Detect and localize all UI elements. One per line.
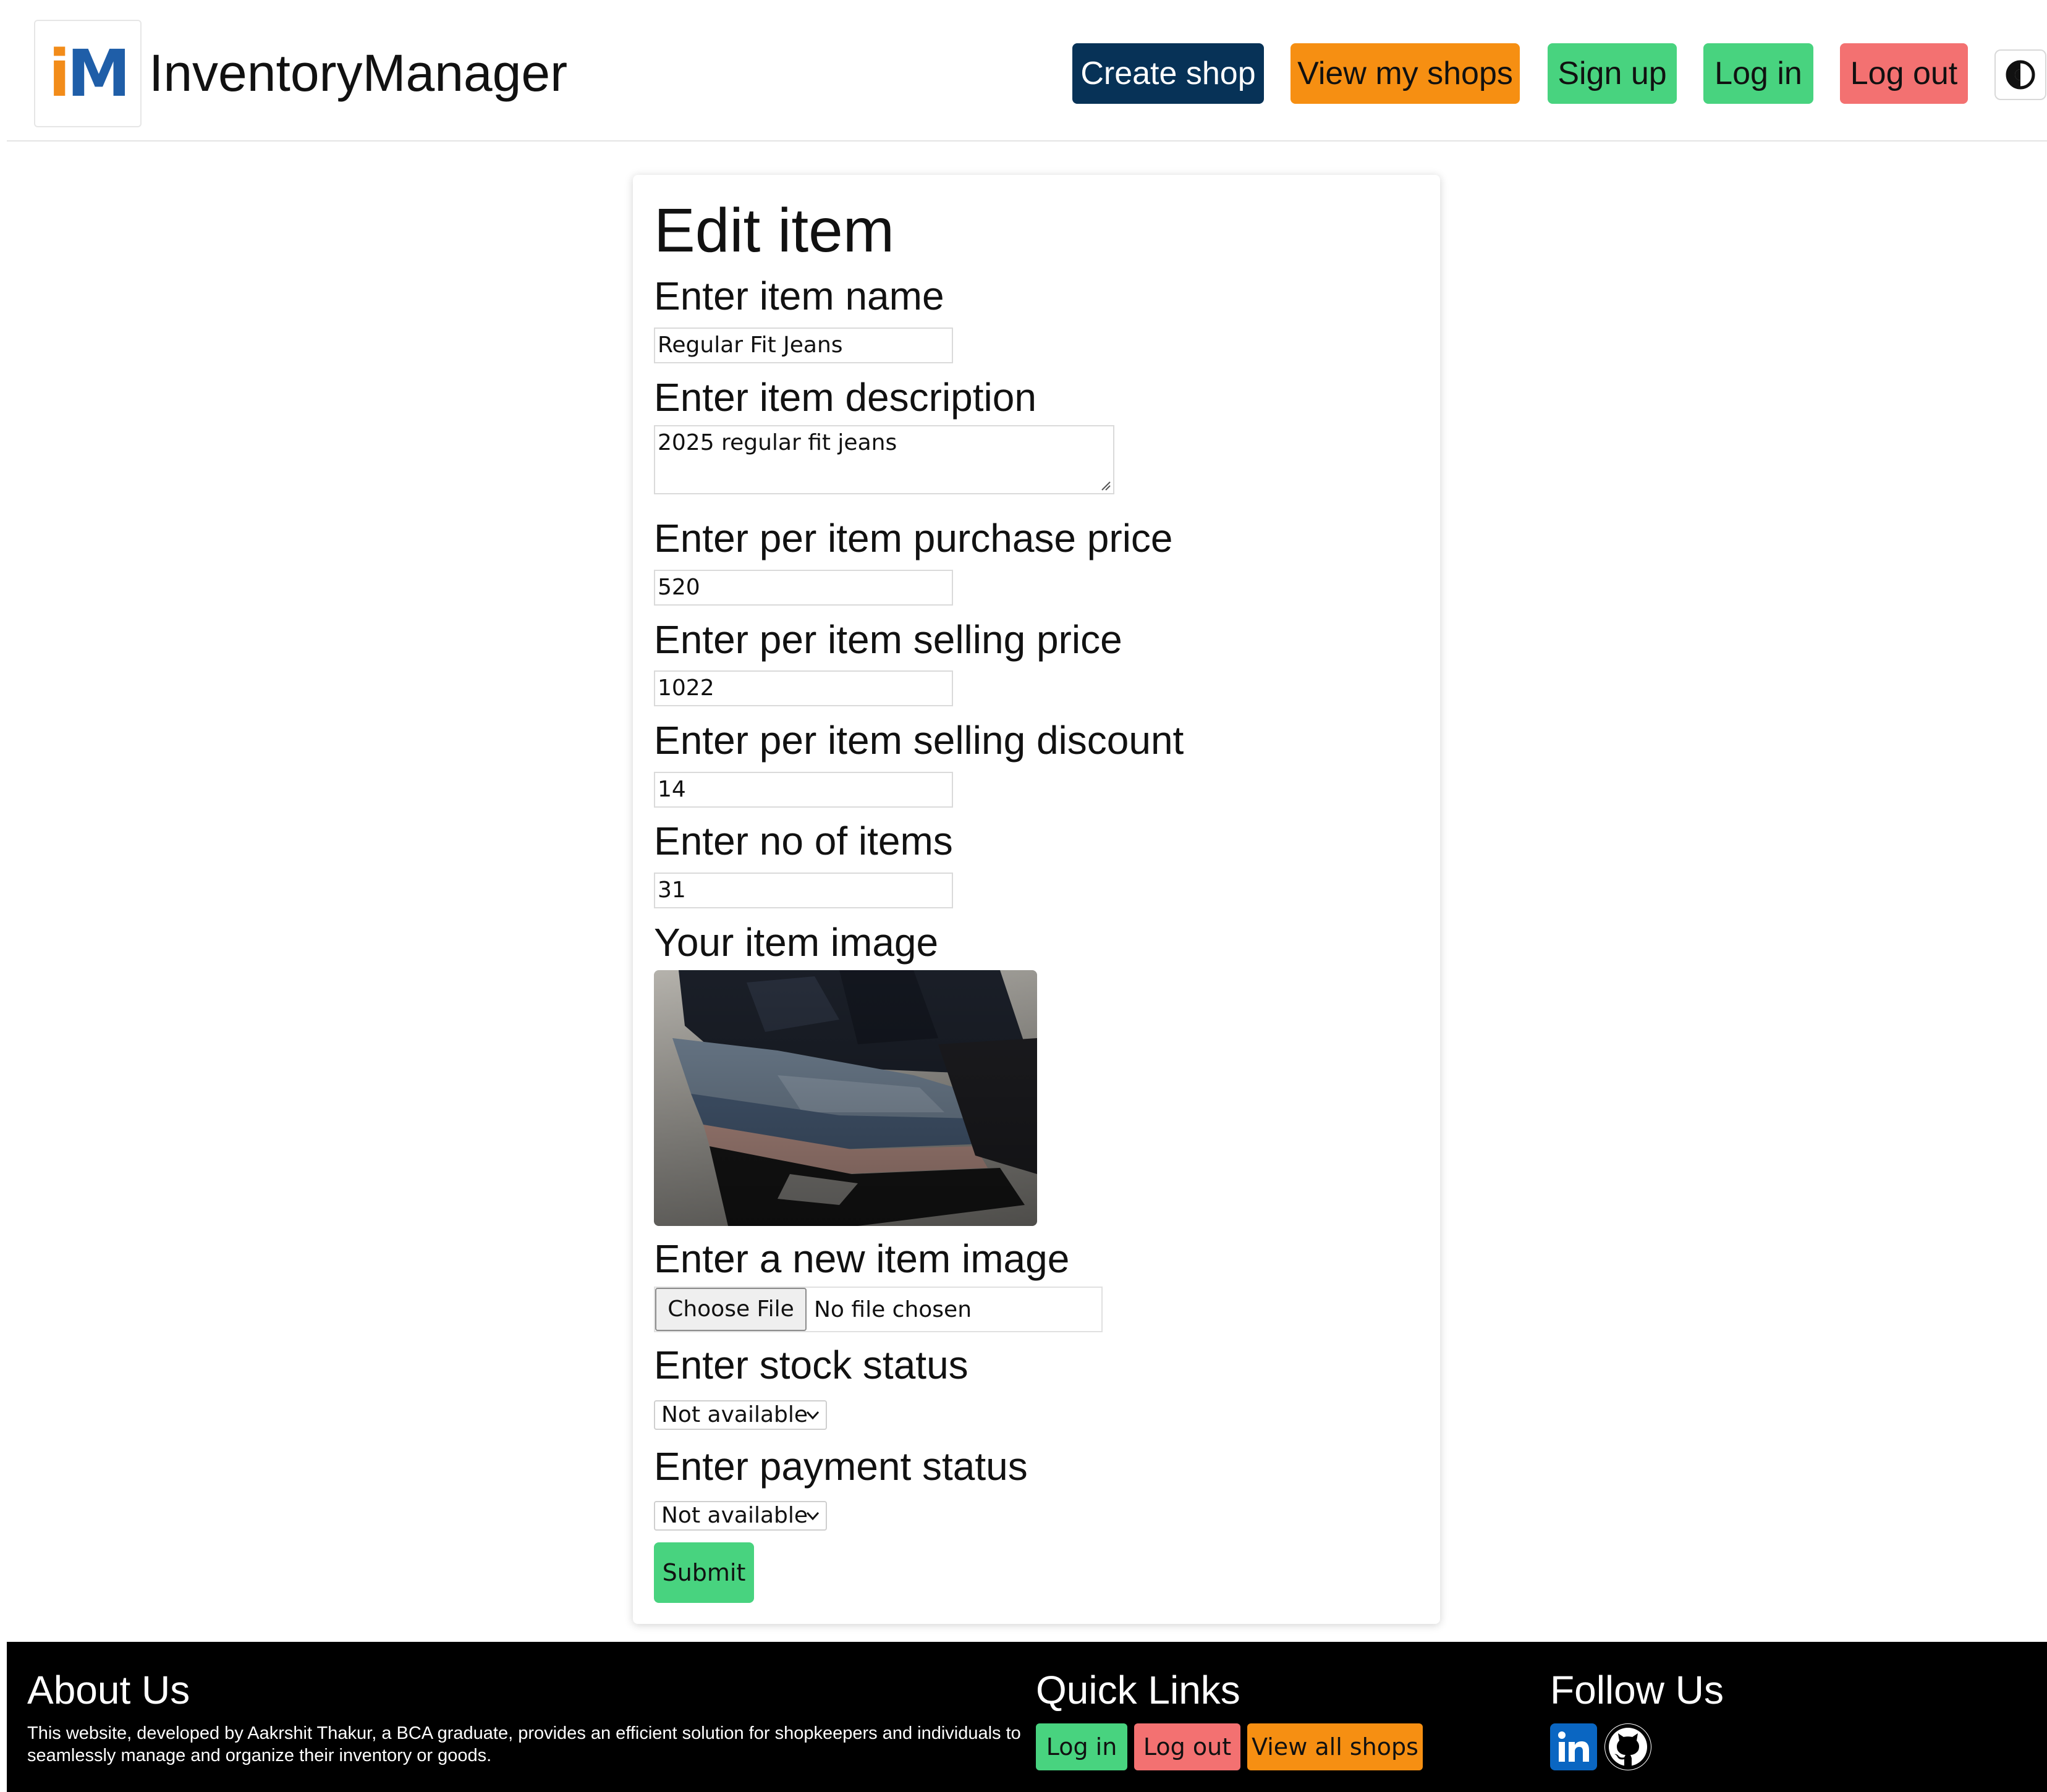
log-in-button[interactable]: Log in [1703, 43, 1813, 104]
purchase-price-input[interactable]: 520 [654, 570, 953, 606]
view-my-shops-button[interactable]: View my shops [1290, 43, 1520, 104]
resize-grip-icon[interactable] [1100, 480, 1111, 491]
file-input[interactable]: Choose File No file chosen [654, 1287, 1103, 1332]
brand-name[interactable]: InventoryManager [149, 42, 567, 104]
item-quantity-input[interactable]: 31 [654, 873, 953, 908]
footer: About Us This website, developed by Aakr… [7, 1642, 2047, 1792]
selling-price-label: Enter per item selling price [654, 617, 1122, 662]
contrast-icon [2006, 60, 2035, 90]
sign-up-button[interactable]: Sign up [1548, 43, 1677, 104]
create-shop-button[interactable]: Create shop [1072, 43, 1264, 104]
theme-toggle-button[interactable] [1994, 49, 2046, 100]
selling-discount-input[interactable]: 14 [654, 772, 953, 808]
stock-status-select[interactable]: Not available [654, 1400, 827, 1430]
footer-log-out-link[interactable]: Log out [1134, 1723, 1240, 1770]
payment-status-label: Enter payment status [654, 1444, 1028, 1489]
about-us-text: This website, developed by Aakrshit Thak… [27, 1723, 1021, 1765]
item-name-input[interactable]: Regular Fit Jeans [654, 328, 953, 363]
logo-mark: iM [48, 41, 130, 106]
payment-status-select[interactable]: Not available [654, 1501, 827, 1531]
payment-status-value: Not available [661, 1503, 808, 1528]
selling-price-input[interactable]: 1022 [654, 670, 953, 706]
footer-view-all-shops-link[interactable]: View all shops [1247, 1723, 1423, 1770]
jeans-stack-image [654, 970, 1037, 1226]
item-description-label: Enter item description [654, 375, 1036, 420]
logo-letter-m: M [67, 36, 130, 111]
stock-status-value: Not available [661, 1402, 808, 1427]
footer-log-in-link[interactable]: Log in [1036, 1723, 1127, 1770]
top-navbar: iM InventoryManager Create shop View my … [7, 0, 2047, 142]
item-description-textarea[interactable]: 2025 regular fit jeans [654, 425, 1114, 494]
edit-item-card: Edit item Enter item name Regular Fit Je… [633, 175, 1440, 1624]
github-glyph [1605, 1724, 1651, 1770]
choose-file-button[interactable]: Choose File [655, 1288, 807, 1331]
item-image-label: Your item image [654, 920, 939, 965]
file-status-text: No file chosen [814, 1296, 972, 1322]
new-item-image-label: Enter a new item image [654, 1236, 1070, 1281]
chevron-down-icon [806, 1511, 820, 1521]
item-quantity-label: Enter no of items [654, 819, 953, 863]
page-title: Edit item [654, 196, 895, 265]
log-out-button[interactable]: Log out [1840, 43, 1968, 104]
quick-links-heading: Quick Links [1036, 1668, 1240, 1712]
logo[interactable]: iM [34, 20, 142, 127]
submit-button[interactable]: Submit [654, 1542, 754, 1603]
linkedin-glyph [1558, 1731, 1589, 1762]
chevron-down-icon [806, 1411, 820, 1420]
follow-us-heading: Follow Us [1550, 1668, 1724, 1712]
item-description-text: 2025 regular fit jeans [658, 430, 897, 455]
item-name-label: Enter item name [654, 274, 944, 318]
linkedin-icon[interactable] [1550, 1723, 1597, 1770]
selling-discount-label: Enter per item selling discount [654, 718, 1184, 763]
stock-status-label: Enter stock status [654, 1343, 968, 1387]
github-icon[interactable] [1604, 1723, 1651, 1770]
purchase-price-label: Enter per item purchase price [654, 516, 1173, 560]
logo-letter-i: i [48, 36, 70, 111]
about-us-heading: About Us [27, 1668, 190, 1712]
item-image [654, 970, 1037, 1226]
